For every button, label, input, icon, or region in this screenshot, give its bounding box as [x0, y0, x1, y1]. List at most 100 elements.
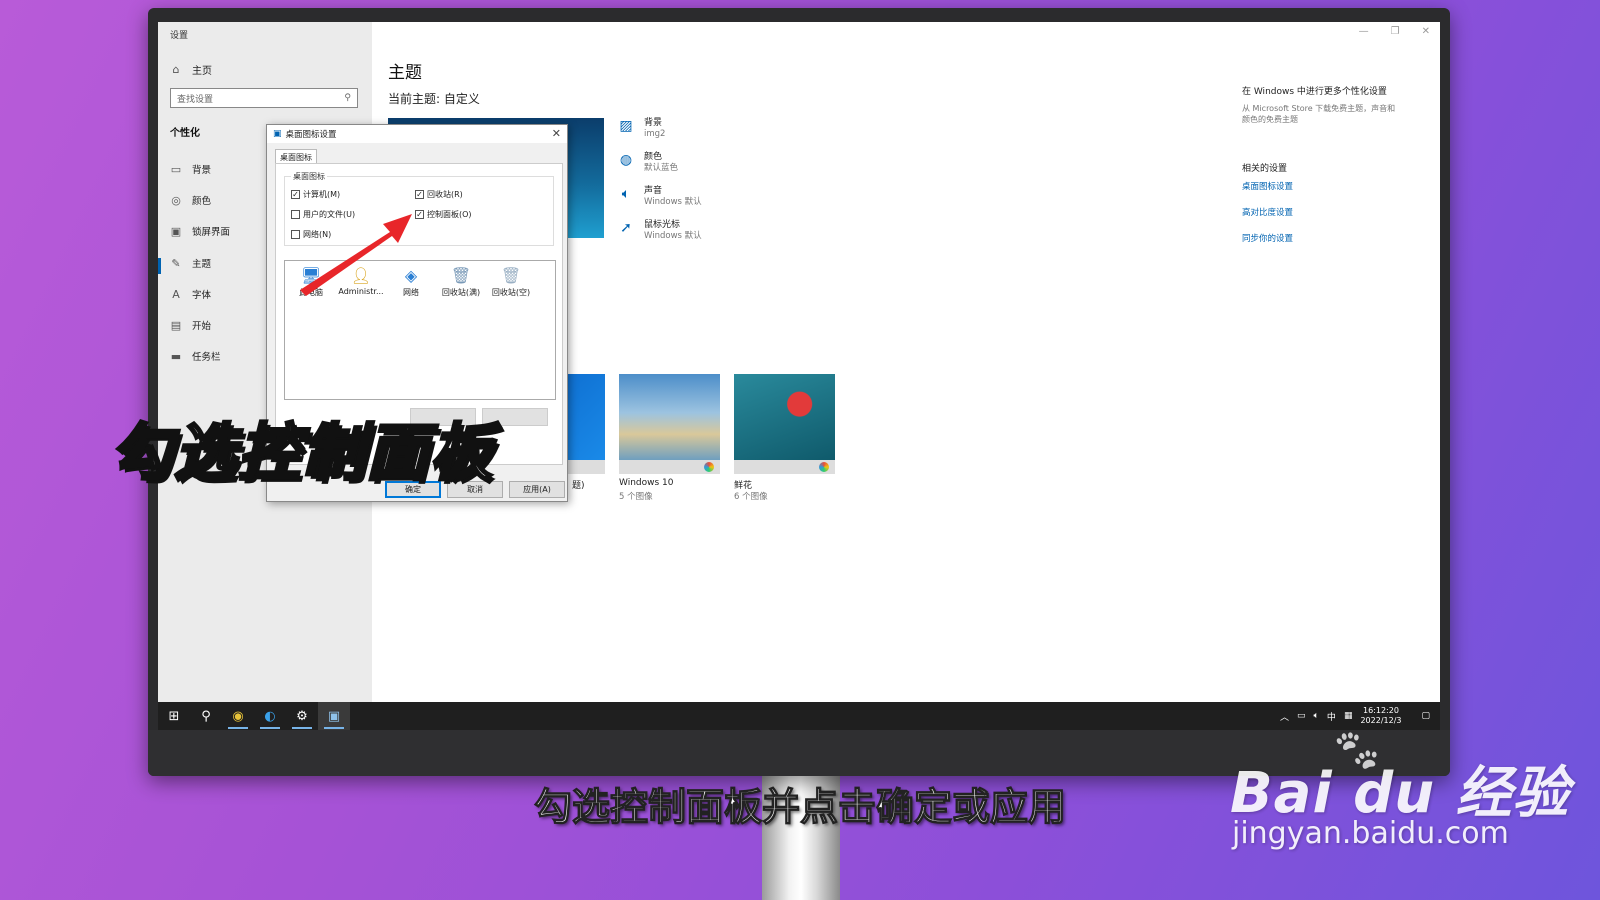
sidebar-item-background[interactable]: ▭ 背景 — [170, 162, 211, 177]
prop-cursor[interactable]: ➚ 鼠标光标 Windows 默认 — [618, 220, 702, 242]
theme-bar — [619, 460, 720, 474]
prop-sub: Windows 默认 — [644, 197, 702, 207]
taskbar-chrome[interactable]: ◉ — [222, 702, 254, 730]
desktop-icons-group: 桌面图标 ✓ 计算机(M) ✓ 回收站(R) 用户的文件(U) ✓ 控制面板(O… — [284, 171, 554, 246]
prop-sub: img2 — [644, 129, 666, 139]
checkbox-label: 回收站(R) — [427, 190, 463, 199]
color-wheel-icon — [704, 462, 714, 472]
taskbar-settings[interactable]: ⚙ — [286, 702, 318, 730]
prop-title: 背景 — [644, 118, 663, 128]
taskbar: ⊞ ⚲ ◉ ◐ ⚙ ▣ ︿ ▭ 🔈︎ 中 ▦ 16:12:20 2022/12/… — [158, 702, 1440, 730]
checkbox-control-panel[interactable]: ✓ 控制面板(O) — [415, 209, 472, 220]
user-folder-icon: 👤︎ — [350, 266, 372, 285]
sidebar-item-colors[interactable]: ◎ 颜色 — [170, 193, 211, 208]
chrome-icon: ◉ — [232, 708, 244, 724]
search-input[interactable]: 查找设置 ⚲ — [170, 88, 358, 108]
theme-sub: 5 个图像 — [619, 492, 653, 502]
icon-label: 回收站(空) — [491, 288, 531, 297]
gear-icon: ⚙ — [296, 708, 308, 724]
search-icon[interactable]: ⚲ — [344, 93, 351, 103]
monitor-frame: 设置 ⌂ 主页 查找设置 ⚲ 个性化 ▭ 背景 ◎ 颜色 ▣ 锁屏界面 ✎ 主题… — [148, 8, 1450, 776]
sidebar-home[interactable]: ⌂ 主页 — [170, 62, 213, 77]
icon-label: 网络 — [403, 288, 419, 297]
notification-icon[interactable]: ▢ — [1421, 711, 1430, 721]
close-icon[interactable]: ✕ — [1422, 26, 1430, 37]
taskbar-search-button[interactable]: ⚲ — [190, 702, 222, 730]
theme-icon: ✎ — [171, 256, 181, 270]
home-icon: ⌂ — [172, 63, 180, 76]
high-contrast-settings-link[interactable]: 高对比度设置 — [1242, 206, 1402, 218]
sidebar-item-fonts[interactable]: A 字体 — [170, 287, 212, 302]
right-panel: 在 Windows 中进行更多个性化设置 从 Microsoft Store 下… — [1242, 84, 1402, 258]
checkbox-box[interactable]: ✓ — [415, 190, 424, 199]
prop-background[interactable]: ▨ 背景 img2 — [618, 118, 665, 140]
baidu-watermark: 🐾︎ Bai du 经验 jingyan.baidu.com — [1230, 726, 1570, 851]
apply-button[interactable]: 应用(A) — [509, 481, 565, 498]
sidebar-item-taskbar[interactable]: ▬ 任务栏 — [170, 349, 221, 364]
paw-logo-icon: 🐾︎ — [1330, 726, 1384, 775]
window-controls: — ❐ ✕ — [1359, 26, 1430, 37]
theme-thumbnail[interactable] — [734, 374, 835, 474]
checkbox-network[interactable]: 网络(N) — [291, 229, 331, 240]
sync-settings-link[interactable]: 同步你的设置 — [1242, 232, 1402, 244]
dialog-titlebar[interactable]: ▣ 桌面图标设置 ✕ — [267, 125, 567, 143]
watermark-url: jingyan.baidu.com — [1232, 816, 1509, 851]
icon-label: Administr... — [338, 287, 384, 296]
sidebar-item-start[interactable]: ▤ 开始 — [170, 318, 212, 333]
sidebar-item-label: 主题 — [192, 259, 212, 270]
screen: 设置 ⌂ 主页 查找设置 ⚲ 个性化 ▭ 背景 ◎ 颜色 ▣ 锁屏界面 ✎ 主题… — [158, 22, 1440, 730]
home-label: 主页 — [192, 66, 212, 77]
chevron-up-icon[interactable]: ︿ — [1280, 710, 1289, 723]
close-icon[interactable]: ✕ — [552, 127, 561, 140]
windows-logo-icon: ⊞ — [168, 708, 180, 724]
icon-recycle-bin-full[interactable]: 🗑︎ 回收站(满) — [437, 265, 485, 298]
prop-color[interactable]: ◍ 颜色 默认蓝色 — [618, 152, 678, 174]
theme-thumbnail[interactable] — [619, 374, 720, 474]
dialog-app-icon: ▣ — [273, 129, 282, 139]
checkbox-label: 计算机(M) — [303, 190, 341, 199]
keyboard-icon[interactable]: ▦ — [1344, 711, 1353, 721]
checkbox-computer[interactable]: ✓ 计算机(M) — [291, 189, 340, 200]
category-heading: 个性化 — [170, 128, 200, 139]
network-icon: ◈ — [404, 266, 418, 285]
image-icon: ▭ — [170, 162, 182, 176]
sidebar-item-lockscreen[interactable]: ▣ 锁屏界面 — [170, 224, 230, 239]
prop-title: 鼠标光标 — [644, 220, 681, 230]
sidebar-item-label: 开始 — [192, 321, 212, 332]
icon-network[interactable]: ◈ 网络 — [387, 265, 435, 298]
checkbox-user-files[interactable]: 用户的文件(U) — [291, 209, 355, 220]
checkbox-box[interactable]: ✓ — [415, 210, 424, 219]
image-icon: ▨ — [619, 118, 633, 134]
checkbox-box[interactable]: ✓ — [291, 190, 300, 199]
taskbar-desktop-icon-settings[interactable]: ▣ — [318, 702, 350, 730]
dialog-app-icon: ▣ — [327, 708, 341, 724]
prop-title: 声音 — [644, 186, 663, 196]
theme-sub: 6 个图像 — [734, 492, 768, 502]
sidebar-item-themes[interactable]: ✎ 主题 — [170, 256, 212, 271]
theme-bar — [734, 460, 835, 474]
ime-indicator[interactable]: 中 — [1327, 710, 1336, 723]
palette-icon: ◍ — [619, 152, 633, 168]
checkbox-recycle-bin[interactable]: ✓ 回收站(R) — [415, 189, 463, 200]
overlay-big-text: 勾选控制面板 — [108, 415, 495, 491]
clock[interactable]: 16:12:20 2022/12/3 — [1360, 706, 1401, 726]
checkbox-box[interactable] — [291, 230, 300, 239]
minimize-icon[interactable]: — — [1359, 26, 1369, 37]
recycle-bin-full-icon: 🗑︎ — [450, 266, 472, 285]
palette-icon: ◎ — [171, 193, 181, 207]
desktop-icon-settings-link[interactable]: 桌面图标设置 — [1242, 180, 1402, 192]
checkbox-box[interactable] — [291, 210, 300, 219]
taskbar-edge[interactable]: ◐ — [254, 702, 286, 730]
network-icon[interactable]: ▭ — [1297, 711, 1306, 721]
start-button[interactable]: ⊞ — [158, 702, 190, 730]
volume-icon[interactable]: 🔈︎ — [1314, 711, 1319, 721]
search-icon: ⚲ — [201, 708, 211, 724]
checkbox-label: 网络(N) — [303, 230, 332, 239]
prop-sound[interactable]: 🔈︎ 声音 Windows 默认 — [618, 186, 702, 208]
icon-this-pc[interactable]: 🖥︎ 此电脑 — [287, 265, 335, 298]
maximize-icon[interactable]: ❐ — [1391, 26, 1400, 37]
icon-recycle-bin-empty[interactable]: 🗑︎ 回收站(空) — [487, 265, 535, 298]
more-personalization-text: 从 Microsoft Store 下载免费主题，声音和颜色的免费主题 — [1242, 104, 1396, 124]
icon-administrator[interactable]: 👤︎ Administr... — [337, 265, 385, 296]
sidebar-item-label: 字体 — [192, 290, 212, 301]
